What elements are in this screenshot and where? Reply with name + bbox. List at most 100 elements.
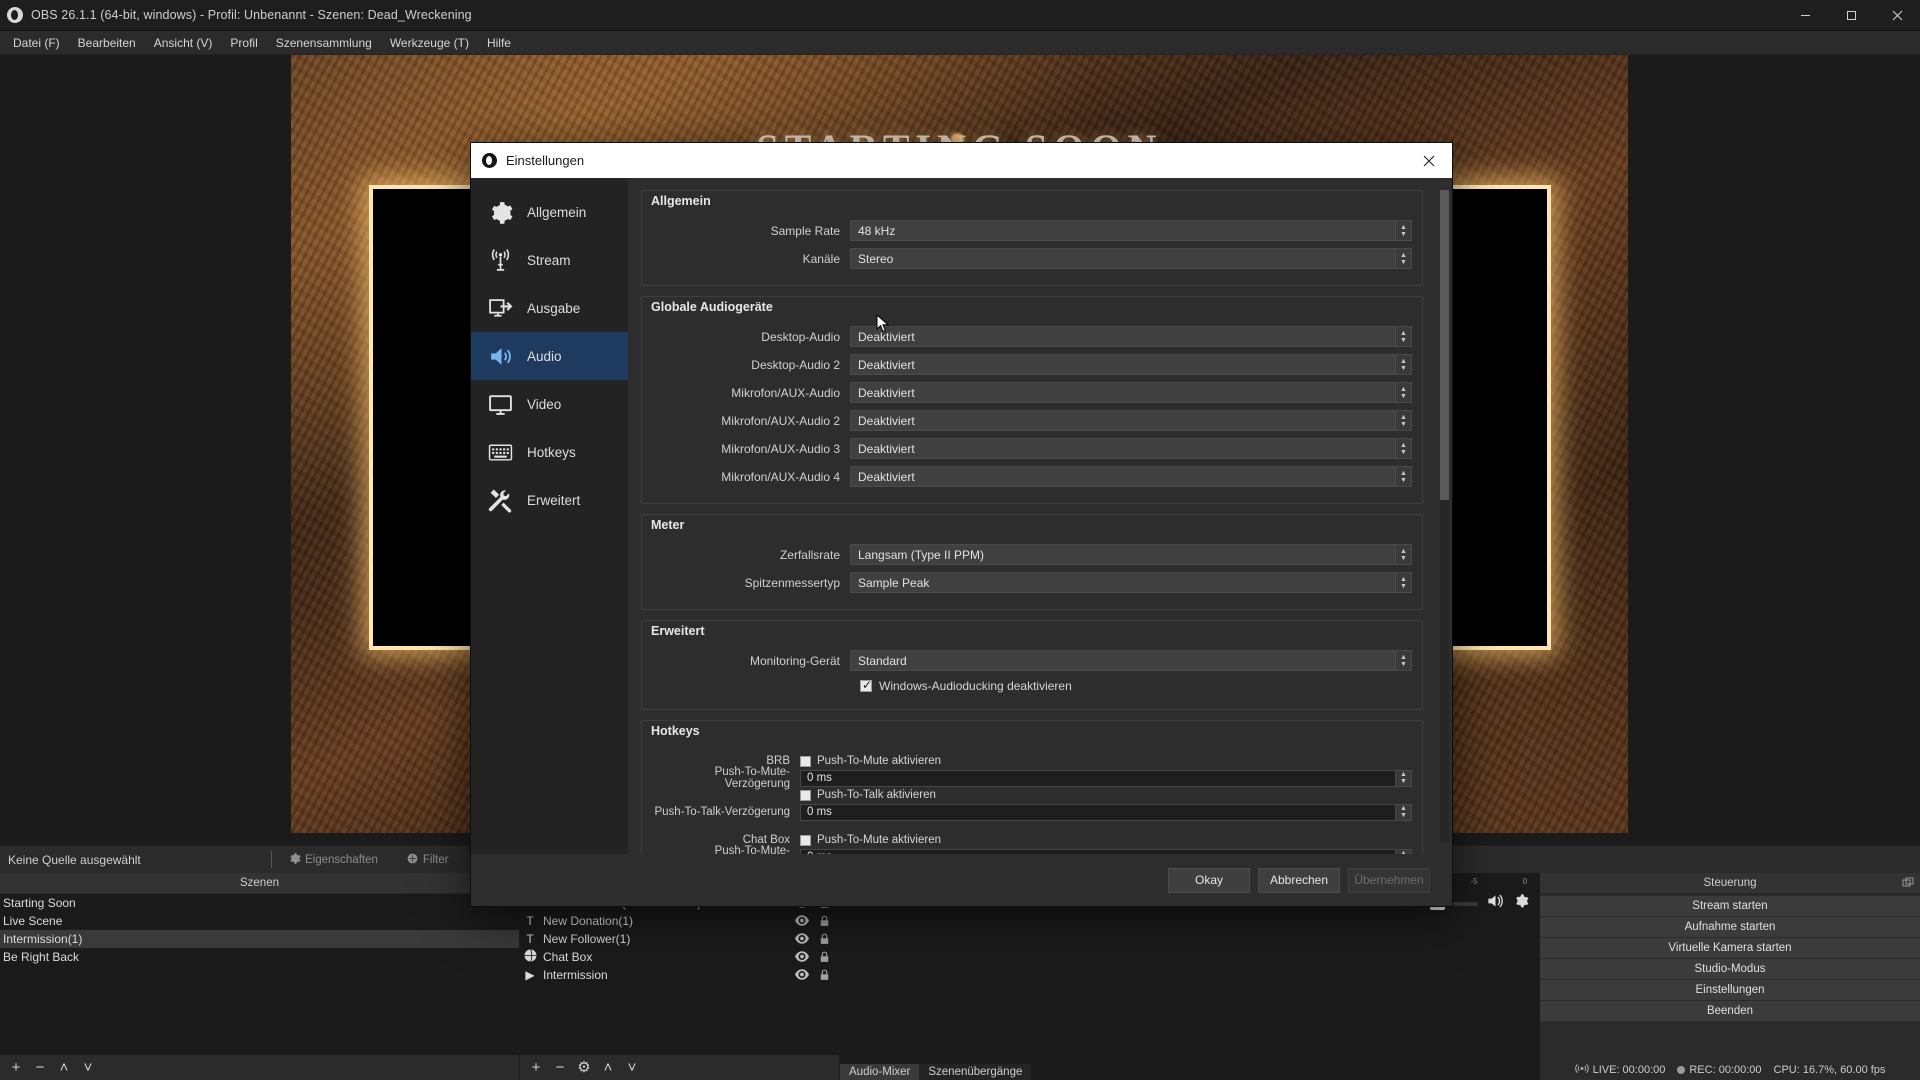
spinner-arrows-icon[interactable]: ▲▼ bbox=[1396, 354, 1412, 375]
nav-item-hotkeys[interactable]: Hotkeys bbox=[471, 428, 628, 476]
mic-aux-audio-2-combo[interactable]: Deaktiviert bbox=[850, 410, 1396, 431]
minimize-button[interactable] bbox=[1782, 0, 1828, 31]
scene-item-selected[interactable]: Intermission(1) bbox=[0, 930, 519, 948]
rec-time: REC: 00:00:00 bbox=[1689, 1064, 1762, 1076]
visibility-eye-icon[interactable] bbox=[795, 915, 809, 927]
start-stream-button[interactable]: Stream starten bbox=[1540, 896, 1920, 916]
audioducking-checkbox[interactable] bbox=[860, 678, 872, 692]
spinner-arrows-icon[interactable]: ▲▼ bbox=[1396, 382, 1412, 403]
field-mic-aux-audio-3: Mikrofon/AUX-Audio 3 Deaktiviert ▲ ▼ bbox=[652, 435, 1412, 462]
monitoring-device-combo[interactable]: Standard bbox=[850, 650, 1396, 671]
spinner-arrows-icon[interactable]: ▲▼ bbox=[1396, 803, 1412, 821]
spinner-arrows-icon[interactable]: ▲▼ bbox=[1396, 410, 1412, 431]
push-to-mute-checkbox[interactable] bbox=[800, 834, 811, 846]
lock-icon[interactable] bbox=[819, 915, 833, 927]
start-virtual-camera-button[interactable]: Virtuelle Kamera starten bbox=[1540, 938, 1920, 958]
visibility-eye-icon[interactable] bbox=[795, 969, 809, 981]
source-item[interactable]: Chat Box bbox=[520, 948, 839, 966]
tools-icon bbox=[487, 487, 513, 513]
push-to-mute-delay-input[interactable]: 0 ms bbox=[800, 769, 1396, 787]
nav-item-allgemein[interactable]: Allgemein bbox=[471, 188, 628, 236]
lock-icon[interactable] bbox=[819, 951, 833, 963]
spinner-arrows-icon[interactable]: ▲▼ bbox=[1396, 326, 1412, 347]
source-item[interactable]: T New Follower(1) bbox=[520, 930, 839, 948]
push-to-talk-checkbox[interactable] bbox=[800, 789, 811, 801]
remove-scene-button[interactable]: − bbox=[29, 1057, 51, 1078]
settings-button[interactable]: Einstellungen bbox=[1540, 980, 1920, 1000]
studio-mode-button[interactable]: Studio-Modus bbox=[1540, 959, 1920, 979]
spinner-arrows-icon[interactable]: ▲▼ bbox=[1396, 438, 1412, 459]
menu-profil[interactable]: Profil bbox=[221, 33, 266, 53]
scenes-list[interactable]: Starting Soon Live Scene Intermission(1)… bbox=[0, 894, 519, 1054]
nav-item-ausgabe[interactable]: Ausgabe bbox=[471, 284, 628, 332]
tab-scene-transitions[interactable]: Szenenübergänge bbox=[919, 1064, 1032, 1080]
properties-button[interactable]: Eigenschaften bbox=[284, 850, 382, 870]
move-scene-up-button[interactable]: ˄ bbox=[53, 1057, 75, 1078]
menu-hilfe[interactable]: Hilfe bbox=[478, 33, 520, 53]
push-to-mute-checkbox[interactable] bbox=[800, 755, 811, 767]
scene-item[interactable]: Be Right Back bbox=[0, 948, 519, 966]
scene-item[interactable]: Starting Soon bbox=[0, 894, 519, 912]
push-to-mute-label: Push-To-Mute aktivieren bbox=[817, 755, 941, 767]
sources-list[interactable]: T New Donation (Stream Label) T bbox=[520, 894, 839, 1054]
menu-werkzeuge[interactable]: Werkzeuge (T) bbox=[381, 33, 478, 53]
move-source-down-button[interactable]: ˅ bbox=[621, 1057, 643, 1078]
settings-close-button[interactable] bbox=[1406, 143, 1452, 178]
scene-item[interactable]: Live Scene bbox=[0, 912, 519, 930]
spinner-arrows-icon[interactable]: ▲▼ bbox=[1396, 466, 1412, 487]
desktop-audio-2-combo[interactable]: Deaktiviert bbox=[850, 354, 1396, 375]
spinner-arrows-icon[interactable]: ▲▼ bbox=[1396, 848, 1412, 854]
mixer-settings-gear-icon[interactable] bbox=[1513, 893, 1529, 914]
settings-scrollbar[interactable] bbox=[1440, 190, 1449, 842]
remove-source-button[interactable]: − bbox=[549, 1057, 571, 1078]
mic-aux-audio-3-combo[interactable]: Deaktiviert bbox=[850, 438, 1396, 459]
channels-combo[interactable]: Stereo bbox=[850, 248, 1396, 269]
peak-meter-type-combo[interactable]: Sample Peak bbox=[850, 572, 1396, 593]
mic-aux-audio-combo[interactable]: Deaktiviert bbox=[850, 382, 1396, 403]
mute-speaker-icon[interactable] bbox=[1486, 893, 1505, 914]
source-properties-button[interactable]: ⚙ bbox=[573, 1057, 595, 1078]
add-scene-button[interactable]: + bbox=[5, 1057, 27, 1078]
scrollbar-thumb[interactable] bbox=[1440, 190, 1449, 500]
mic-aux-audio-4-combo[interactable]: Deaktiviert bbox=[850, 466, 1396, 487]
exit-button[interactable]: Beenden bbox=[1540, 1001, 1920, 1021]
nav-item-audio[interactable]: Audio bbox=[471, 332, 628, 380]
menu-szenensammlung[interactable]: Szenensammlung bbox=[267, 33, 381, 53]
push-to-mute-delay-label: Push-To-Mute-Verzögerung bbox=[714, 845, 790, 854]
float-dock-icon[interactable] bbox=[1902, 877, 1914, 889]
cancel-button[interactable]: Abbrechen bbox=[1258, 867, 1340, 893]
spinner-arrows-icon[interactable]: ▲▼ bbox=[1396, 544, 1412, 565]
desktop-audio-combo[interactable]: Deaktiviert bbox=[850, 326, 1396, 347]
start-recording-button[interactable]: Aufnahme starten bbox=[1540, 917, 1920, 937]
tab-audio-mixer[interactable]: Audio-Mixer bbox=[840, 1064, 920, 1080]
spinner-arrows-icon[interactable]: ▲▼ bbox=[1396, 769, 1412, 787]
sample-rate-combo[interactable]: 48 kHz bbox=[850, 220, 1396, 241]
menu-datei[interactable]: Datei (F) bbox=[4, 33, 69, 53]
lock-icon[interactable] bbox=[819, 933, 833, 945]
move-source-up-button[interactable]: ˄ bbox=[597, 1057, 619, 1078]
visibility-eye-icon[interactable] bbox=[795, 933, 809, 945]
menu-bearbeiten[interactable]: Bearbeiten bbox=[69, 33, 145, 53]
decay-rate-combo[interactable]: Langsam (Type II PPM) bbox=[850, 544, 1396, 565]
source-item[interactable]: T New Donation(1) bbox=[520, 912, 839, 930]
filter-button[interactable]: Filter bbox=[402, 850, 453, 870]
push-to-talk-delay-input[interactable]: 0 ms bbox=[800, 803, 1396, 821]
ok-button[interactable]: Okay bbox=[1168, 867, 1250, 893]
maximize-button[interactable] bbox=[1828, 0, 1874, 31]
nav-item-stream[interactable]: Stream bbox=[471, 236, 628, 284]
lock-icon[interactable] bbox=[819, 969, 833, 981]
nav-item-video[interactable]: Video bbox=[471, 380, 628, 428]
spinner-arrows-icon[interactable]: ▲▼ bbox=[1396, 650, 1412, 671]
push-to-mute-delay-input[interactable]: 0 ms bbox=[800, 848, 1396, 854]
add-source-button[interactable]: + bbox=[525, 1057, 547, 1078]
spinner-arrows-icon[interactable]: ▲▼ bbox=[1396, 572, 1412, 593]
controls-title-label: Steuerung bbox=[1703, 877, 1757, 889]
nav-item-erweitert[interactable]: Erweitert bbox=[471, 476, 628, 524]
spinner-arrows-icon[interactable]: ▲▼ bbox=[1396, 220, 1412, 241]
source-item[interactable]: ▶ Intermission bbox=[520, 966, 839, 984]
move-scene-down-button[interactable]: ˅ bbox=[77, 1057, 99, 1078]
visibility-eye-icon[interactable] bbox=[795, 951, 809, 963]
menu-ansicht[interactable]: Ansicht (V) bbox=[145, 33, 222, 53]
close-button[interactable] bbox=[1874, 0, 1920, 31]
spinner-arrows-icon[interactable]: ▲▼ bbox=[1396, 248, 1412, 269]
